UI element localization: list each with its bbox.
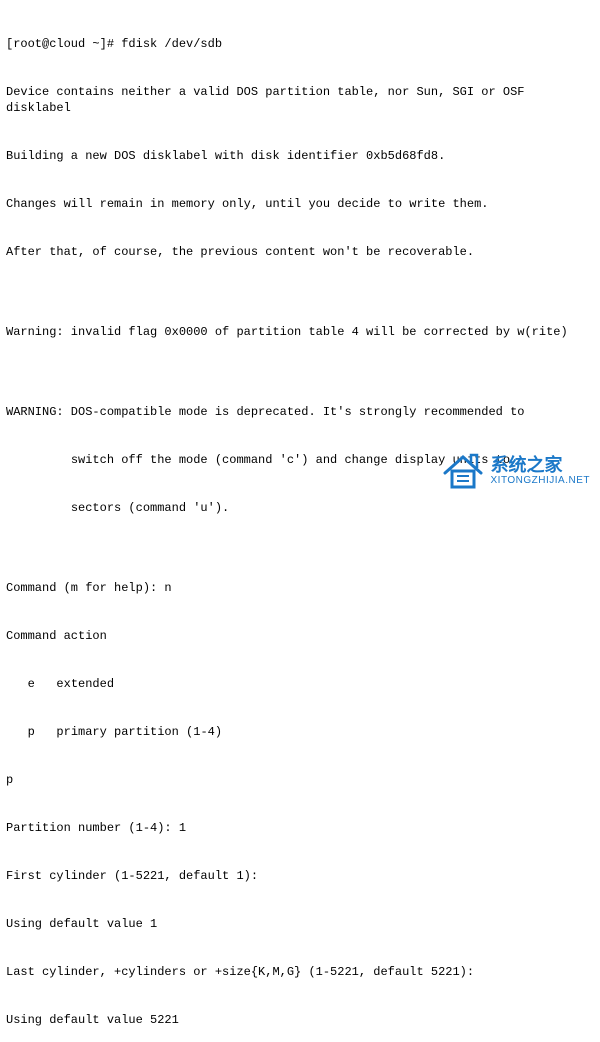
output-line: Building a new DOS disklabel with disk i… bbox=[6, 148, 594, 164]
output-line: Partition number (1-4): 1 bbox=[6, 820, 594, 836]
output-line: Last cylinder, +cylinders or +size{K,M,G… bbox=[6, 964, 594, 980]
prompt-line: [root@cloud ~]# fdisk /dev/sdb bbox=[6, 36, 594, 52]
output-line: Changes will remain in memory only, unti… bbox=[6, 196, 594, 212]
output-line: Device contains neither a valid DOS part… bbox=[6, 84, 594, 116]
house-icon bbox=[441, 451, 485, 491]
typed-command: fdisk /dev/sdb bbox=[121, 37, 222, 51]
output-line: Command action bbox=[6, 628, 594, 644]
output-line: Using default value 1 bbox=[6, 916, 594, 932]
output-line: Warning: invalid flag 0x0000 of partitio… bbox=[6, 324, 594, 340]
output-line: Using default value 5221 bbox=[6, 1012, 594, 1028]
output-line: Command (m for help): n bbox=[6, 580, 594, 596]
output-line: p bbox=[6, 772, 594, 788]
shell-prompt: [root@cloud ~]# bbox=[6, 37, 121, 51]
output-line: WARNING: DOS-compatible mode is deprecat… bbox=[6, 404, 594, 420]
output-line: After that, of course, the previous cont… bbox=[6, 244, 594, 260]
terminal-output: [root@cloud ~]# fdisk /dev/sdb Device co… bbox=[6, 4, 594, 1042]
output-line: sectors (command 'u'). bbox=[6, 500, 594, 516]
watermark-title: 系统之家 bbox=[491, 456, 591, 476]
output-line: p primary partition (1-4) bbox=[6, 724, 594, 740]
watermark-text: 系统之家 XITONGZHIJIA.NET bbox=[491, 456, 591, 487]
watermark: 系统之家 XITONGZHIJIA.NET bbox=[441, 451, 591, 491]
output-line: e extended bbox=[6, 676, 594, 692]
watermark-url: XITONGZHIJIA.NET bbox=[491, 475, 591, 486]
output-line: First cylinder (1-5221, default 1): bbox=[6, 868, 594, 884]
